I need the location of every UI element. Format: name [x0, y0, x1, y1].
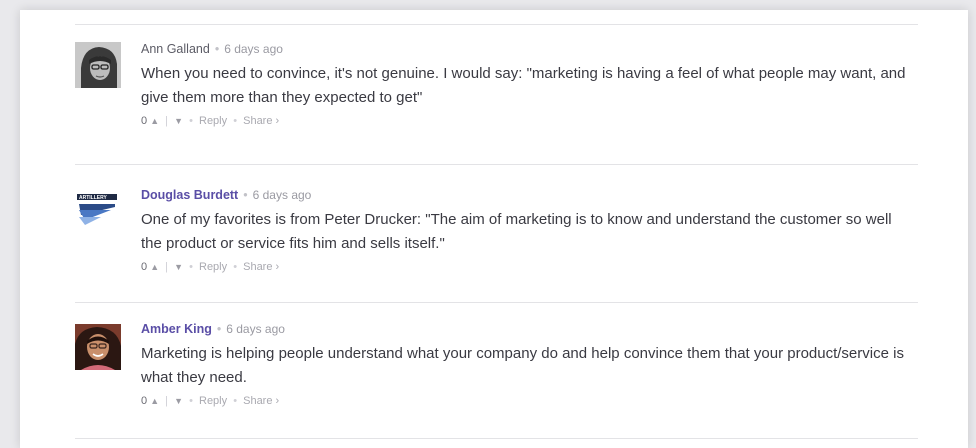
chevron-up-icon[interactable]: ▲: [150, 112, 159, 130]
comment-content: Douglas Burdett • 6 days ago One of my fav…: [141, 186, 911, 276]
meta-separator: •: [214, 42, 220, 56]
action-divider: |: [165, 261, 169, 274]
meta-separator: •: [216, 322, 222, 336]
comment-actions: 0 ▲ | ▼ • Reply • Share ›: [141, 112, 911, 130]
action-dot: •: [189, 115, 193, 128]
comment-body: One of my favorites is from Peter Drucke…: [141, 211, 892, 252]
comment-meta: Ann Galland • 6 days ago: [141, 40, 911, 58]
avatar[interactable]: [75, 324, 121, 370]
comment-timestamp[interactable]: 6 days ago: [226, 322, 285, 336]
meta-separator: •: [243, 188, 248, 202]
vote-count: 0: [141, 115, 148, 128]
comment-actions: 0 ▲ | ▼ • Reply • Share ›: [141, 392, 911, 410]
divider: [75, 164, 918, 165]
comment-timestamp[interactable]: 6 days ago: [253, 188, 312, 202]
action-divider: |: [165, 115, 169, 128]
comment-body: When you need to convince, it's not genu…: [141, 65, 906, 106]
avatar[interactable]: [75, 42, 121, 88]
comment-timestamp[interactable]: 6 days ago: [224, 42, 283, 56]
author-name[interactable]: Ann Galland: [141, 42, 210, 56]
chevron-down-icon[interactable]: ▼: [174, 112, 183, 130]
comment-thread: Ann Galland • 6 days ago When you need to …: [20, 10, 968, 448]
comment-content: Ann Galland • 6 days ago When you need to …: [141, 40, 911, 130]
chevron-down-icon[interactable]: ▼: [174, 258, 183, 276]
action-dot: •: [233, 395, 238, 408]
divider: [75, 302, 918, 303]
reply-link[interactable]: Reply: [199, 392, 227, 410]
reply-link[interactable]: Reply: [199, 258, 227, 276]
vote-count: 0: [141, 261, 148, 274]
comment-actions: 0 ▲ | ▼ • Reply • Share ›: [141, 258, 911, 276]
share-link[interactable]: Share ›: [243, 258, 279, 276]
action-dot: •: [189, 395, 193, 408]
action-dot: •: [233, 261, 238, 274]
author-name[interactable]: Amber King: [141, 322, 212, 336]
divider: [75, 24, 918, 25]
chevron-down-icon[interactable]: ▼: [174, 392, 183, 410]
avatar[interactable]: ARTILLERY: [75, 188, 121, 234]
action-dot: •: [189, 261, 193, 274]
chevron-up-icon[interactable]: ▲: [150, 258, 159, 276]
vote-count: 0: [141, 395, 148, 408]
reply-link[interactable]: Reply: [199, 112, 227, 130]
author-name[interactable]: Douglas Burdett: [141, 188, 238, 202]
share-link[interactable]: Share ›: [243, 112, 279, 130]
comment-body: Marketing is helping people understand w…: [141, 345, 904, 386]
divider: [75, 438, 918, 439]
svg-text:ARTILLERY: ARTILLERY: [79, 195, 108, 201]
action-divider: |: [165, 395, 169, 408]
comment-content: Amber King • 6 days ago Marketing is helpi…: [141, 320, 911, 410]
action-dot: •: [233, 115, 238, 128]
comment-meta: Amber King • 6 days ago: [141, 320, 911, 338]
chevron-up-icon[interactable]: ▲: [150, 392, 159, 410]
comment-meta: Douglas Burdett • 6 days ago: [141, 186, 911, 204]
share-link[interactable]: Share ›: [243, 392, 279, 410]
